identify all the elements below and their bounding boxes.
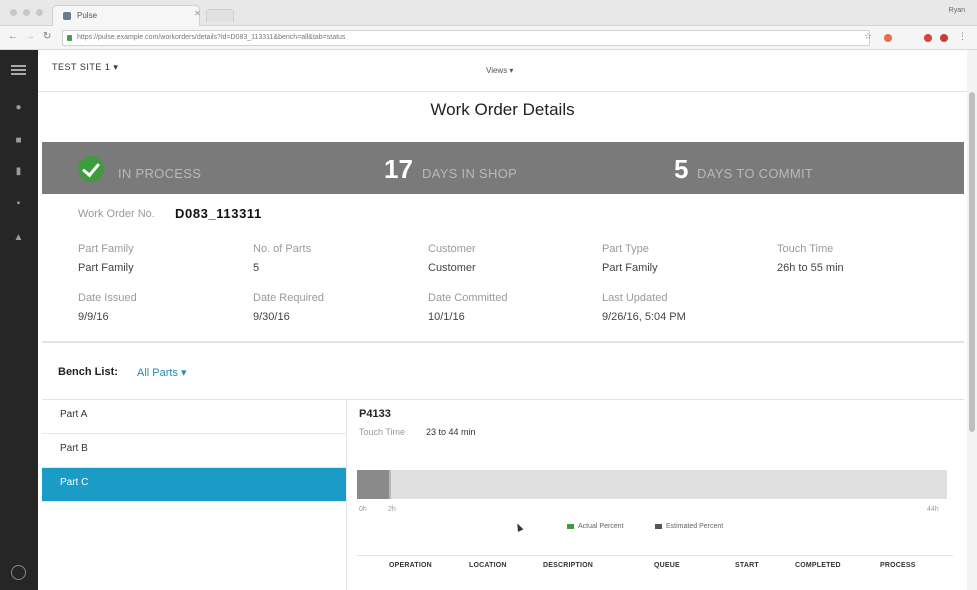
column-header-location[interactable]: LOCATION <box>469 562 507 569</box>
work-order-number-value: D083_113311 <box>175 206 262 221</box>
reload-icon[interactable]: ↻ <box>43 31 51 42</box>
new-tab-button[interactable] <box>206 9 234 22</box>
field-label: Date Issued <box>78 292 137 304</box>
extension-icon[interactable] <box>884 34 892 42</box>
page-title: Work Order Details <box>430 100 575 119</box>
progress-tick-end: 44h <box>927 506 939 513</box>
part-list: Part A Part B Part C <box>42 400 346 510</box>
field-label: Part Type <box>602 243 649 255</box>
column-header-description[interactable]: DESCRIPTION <box>543 562 593 569</box>
nav-workorders-icon[interactable]: ■ <box>13 135 24 146</box>
nav-users-icon[interactable]: ▲ <box>13 232 24 243</box>
nav-parts-icon[interactable]: ▮ <box>13 166 24 177</box>
legend-estimated-label: Estimated Percent <box>666 523 724 530</box>
field-value: 5 <box>253 262 260 274</box>
field-value: Part Family <box>602 262 658 274</box>
legend-actual-swatch <box>567 523 574 529</box>
field-value: 10/1/16 <box>428 311 465 323</box>
nav-dashboard-icon[interactable]: ● <box>13 102 24 113</box>
progress-bar <box>357 470 947 499</box>
site-selector[interactable]: TEST SITE 1 ▾ <box>52 62 118 73</box>
section-divider <box>42 341 964 343</box>
app-header: TEST SITE 1 ▾ Views ▾ <box>38 50 967 92</box>
column-header-operation[interactable]: OPERATION <box>389 562 432 569</box>
extension-icon[interactable] <box>940 34 948 42</box>
field-value: Part Family <box>78 262 134 274</box>
bookmark-star-icon[interactable]: ☆ <box>864 31 872 42</box>
hamburger-menu-icon[interactable] <box>11 65 26 75</box>
bench-list-dropdown[interactable]: All Parts ▾ <box>137 366 187 379</box>
tab-close-icon[interactable]: ✕ <box>194 9 201 18</box>
part-list-item-selected[interactable]: Part C <box>42 468 346 502</box>
field-value: 26h to 55 min <box>777 262 844 274</box>
browser-menu-icon[interactable]: ⋮ <box>958 31 967 42</box>
checkmark-icon <box>78 156 104 182</box>
lock-icon <box>67 35 72 41</box>
views-selector[interactable]: Views ▾ <box>486 66 513 75</box>
url-text: https://pulse.example.com/workorders/det… <box>77 34 346 41</box>
app-sidebar: ● ■ ▮ ▪ ▲ <box>0 50 38 590</box>
part-list-item[interactable]: Part A <box>42 400 346 434</box>
field-value: Customer <box>428 262 476 274</box>
window-minimize-dot[interactable] <box>23 9 30 16</box>
legend-actual: Actual Percent <box>567 523 624 530</box>
part-list-item[interactable]: Part B <box>42 434 346 468</box>
status-state: IN PROCESS <box>118 166 202 181</box>
column-header-completed[interactable]: COMPLETED <box>795 562 841 569</box>
extension-icon[interactable] <box>924 34 932 42</box>
field-label: Date Required <box>253 292 324 304</box>
field-label: Last Updated <box>602 292 668 304</box>
days-to-commit-label: DAYS TO COMMIT <box>697 166 814 181</box>
tab-favicon-icon <box>63 12 71 20</box>
forward-arrow-icon[interactable]: → <box>25 31 35 42</box>
status-summary-band: IN PROCESS 17 DAYS IN SHOP 5 DAYS TO COM… <box>42 142 964 194</box>
page-scrollbar-thumb[interactable] <box>969 92 975 432</box>
nav-reports-icon[interactable]: ▪ <box>13 198 24 209</box>
column-header-process[interactable]: PROCESS <box>880 562 916 569</box>
browser-user-label[interactable]: Ryan <box>949 7 965 14</box>
progress-tick-mid: 2h <box>388 506 396 513</box>
column-header-start[interactable]: START <box>735 562 759 569</box>
url-input[interactable]: https://pulse.example.com/workorders/det… <box>62 30 870 46</box>
field-value: 9/26/16, 5:04 PM <box>602 311 686 323</box>
days-in-shop-count: 17 <box>384 154 413 184</box>
window-maximize-dot[interactable] <box>36 9 43 16</box>
table-header-rule <box>357 555 953 556</box>
days-to-commit-count: 5 <box>674 154 689 184</box>
bench-list-label: Bench List: <box>58 366 118 378</box>
work-order-number-label: Work Order No. <box>78 208 155 220</box>
touch-time-label: Touch Time <box>359 427 406 437</box>
browser-address-bar: ← → ↻ https://pulse.example.com/workorde… <box>0 26 977 50</box>
field-label: Customer <box>428 243 476 255</box>
field-label: Date Committed <box>428 292 508 304</box>
part-detail-panel: P4133 Touch Time 23 to 44 min 0h 2h 44h … <box>346 400 964 590</box>
legend-estimated-swatch <box>655 523 662 529</box>
field-value: 9/30/16 <box>253 311 290 323</box>
window-close-dot[interactable] <box>10 9 17 16</box>
field-label: Touch Time <box>777 243 834 255</box>
progress-bar-fill <box>357 470 391 499</box>
back-arrow-icon[interactable]: ← <box>8 31 18 42</box>
touch-time-value: 23 to 44 min <box>426 427 476 437</box>
legend-estimated: Estimated Percent <box>655 523 723 530</box>
browser-tab-title: Pulse <box>77 11 98 20</box>
field-value: 9/9/16 <box>78 311 109 323</box>
browser-tab-bar: Pulse ✕ Ryan <box>0 0 977 26</box>
days-in-shop-label: DAYS IN SHOP <box>422 166 518 181</box>
column-header-queue[interactable]: QUEUE <box>654 562 680 569</box>
part-detail-title: P4133 <box>359 408 391 420</box>
nav-settings-icon[interactable] <box>11 565 26 580</box>
progress-tick-start: 0h <box>359 506 367 513</box>
field-label: No. of Parts <box>253 243 312 255</box>
legend-actual-label: Actual Percent <box>578 523 624 530</box>
field-label: Part Family <box>78 243 134 255</box>
browser-tab-active[interactable]: Pulse <box>52 5 200 26</box>
